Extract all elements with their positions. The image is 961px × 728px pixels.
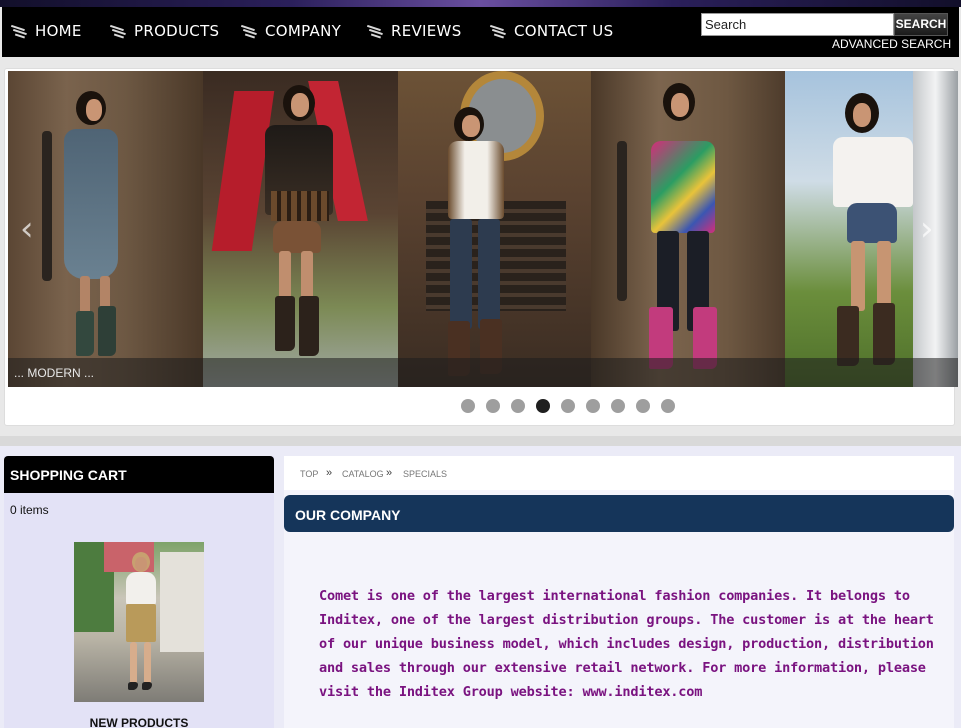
slider-dot[interactable] (486, 399, 500, 413)
slide-caption-bar (8, 358, 958, 387)
nav-stripes-icon (110, 24, 126, 39)
nav-stripes-icon (241, 24, 257, 39)
nav-stripes-icon (490, 24, 506, 39)
nav-products[interactable]: PRODUCTS (110, 21, 219, 41)
breadcrumb (284, 456, 954, 490)
slide-image (591, 71, 786, 387)
slide-image (202, 71, 398, 387)
slideshow[interactable] (8, 71, 958, 387)
slide-image (397, 71, 592, 387)
slider-next-arrow[interactable]: › (920, 212, 934, 246)
cart-item-count[interactable]: 0 items (10, 503, 49, 517)
slider-dot[interactable] (461, 399, 475, 413)
slider-dot[interactable] (536, 399, 550, 413)
section-divider (0, 436, 961, 446)
nav-stripes-icon (11, 24, 27, 39)
nav-home[interactable]: HOME (11, 21, 82, 41)
nav-company[interactable]: COMPANY (241, 21, 341, 41)
slide-image (8, 71, 203, 387)
breadcrumb-catalog[interactable]: CATALOG (342, 469, 384, 479)
advanced-search-link[interactable]: ADVANCED SEARCH (832, 37, 951, 51)
slider-dot[interactable] (511, 399, 525, 413)
slider-dot[interactable] (561, 399, 575, 413)
nav-label: REVIEWS (391, 22, 462, 40)
nav-stripes-icon (367, 24, 383, 39)
slider-dot[interactable] (611, 399, 625, 413)
section-title: OUR COMPANY (295, 507, 401, 523)
nav-label: HOME (35, 22, 82, 40)
slider-dot[interactable] (586, 399, 600, 413)
nav-label: COMPANY (265, 22, 342, 40)
nav-label: PRODUCTS (134, 22, 220, 40)
search-button[interactable]: SEARCH (894, 13, 948, 36)
slider-dot[interactable] (661, 399, 675, 413)
nav-label: CONTACT US (514, 22, 614, 40)
slider-prev-arrow[interactable]: ‹ (20, 212, 34, 246)
breadcrumb-separator: » (326, 467, 333, 479)
search-input[interactable] (701, 13, 894, 36)
slider-dot[interactable] (636, 399, 650, 413)
nav-reviews[interactable]: REVIEWS (367, 21, 462, 41)
nav-contact-us[interactable]: CONTACT US (490, 21, 613, 41)
slider-pagination (461, 399, 675, 413)
slide-caption: ... MODERN ... (14, 366, 95, 380)
shopping-cart-title: SHOPPING CART (10, 467, 127, 483)
company-description: Comet is one of the largest internationa… (319, 588, 934, 700)
breadcrumb-top[interactable]: TOP (300, 469, 318, 479)
new-products-title[interactable]: NEW PRODUCTS (74, 716, 204, 728)
breadcrumb-separator: » (386, 467, 393, 479)
top-decor-strip (0, 0, 961, 7)
new-product-image[interactable] (74, 542, 204, 702)
breadcrumb-specials[interactable]: SPECIALS (403, 469, 447, 479)
